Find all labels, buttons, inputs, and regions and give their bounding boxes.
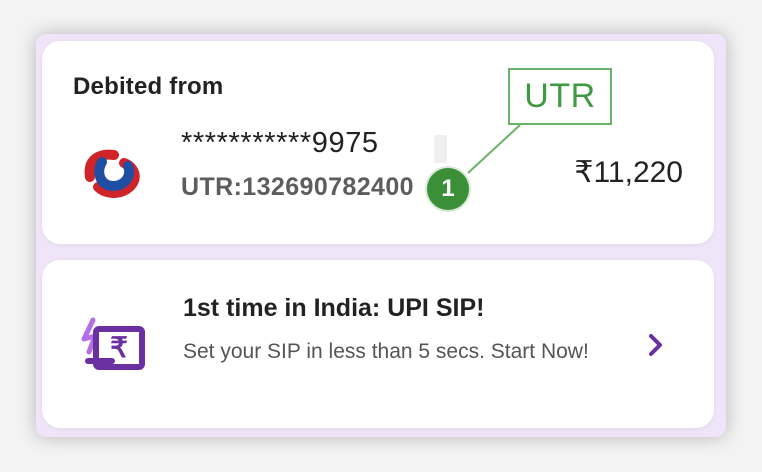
debited-from-card: Debited from ***********9975 UTR:1326907…: [42, 41, 714, 244]
account-number: ***********9975: [181, 127, 379, 159]
utr-annotation-marker: 1: [425, 166, 471, 212]
utr-annotation-label: UTR: [508, 68, 612, 125]
account-redaction: [434, 135, 447, 163]
chevron-right-icon[interactable]: [641, 330, 671, 360]
screenshot-stage: Debited from ***********9975 UTR:1326907…: [0, 0, 762, 472]
promo-title: 1st time in India: UPI SIP!: [183, 294, 485, 322]
upi-sip-promo-card[interactable]: ₹ 1st time in India: UPI SIP! Set your S…: [42, 260, 714, 428]
rupee-wallet-lightning-icon: ₹: [81, 317, 145, 370]
utr-number: UTR:132690782400: [181, 173, 414, 201]
debited-amount: ₹11,220: [574, 156, 683, 189]
bank-logo-icon: [84, 149, 140, 198]
svg-text:₹: ₹: [110, 332, 128, 363]
promo-subtitle: Set your SIP in less than 5 secs. Start …: [183, 340, 589, 363]
debited-from-title: Debited from: [73, 73, 224, 100]
